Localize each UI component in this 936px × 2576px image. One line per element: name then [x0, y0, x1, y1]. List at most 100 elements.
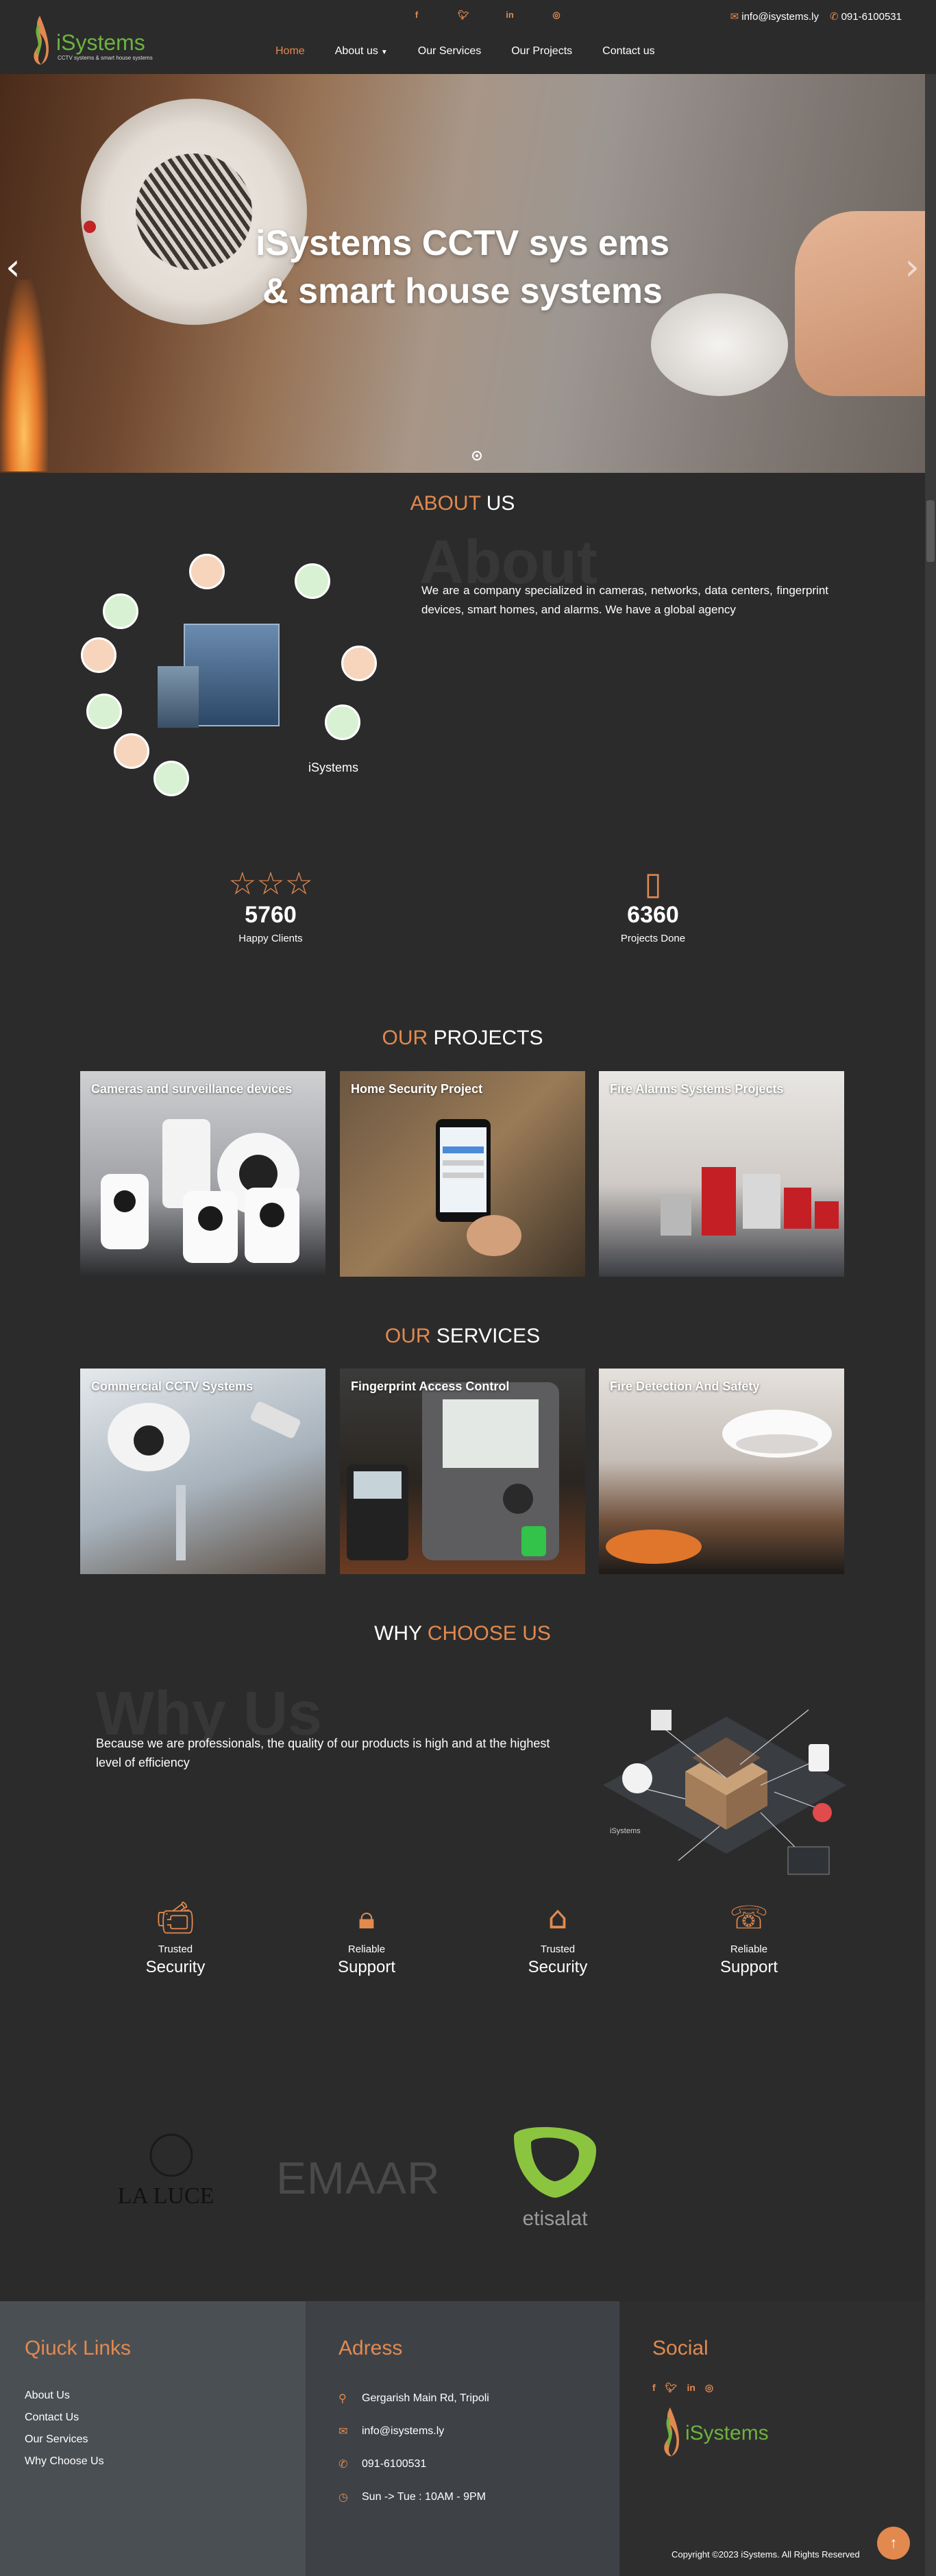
footer-address-title: Adress [338, 2337, 403, 2359]
nav-projects[interactable]: Our Projects [496, 40, 587, 63]
slider-indicator-dot[interactable] [472, 451, 482, 461]
why-text: Because we are professionals, the qualit… [96, 1737, 550, 1769]
hero-slider: iSystems CCTV sys ems & smart house syst… [0, 74, 925, 473]
top-phone[interactable]: ✆ 091-6100531 [830, 10, 902, 23]
twitter-icon[interactable]: 🐦︎ [665, 2382, 678, 2394]
slider-next-button[interactable]: › [904, 249, 920, 286]
smoke-detector-illustration [606, 1410, 832, 1564]
services-title: OUR SERVICES [384, 1325, 541, 1347]
nav-about[interactable]: About us ▼ [320, 40, 403, 63]
svg-text:etisalat: etisalat [522, 2207, 588, 2230]
email-icon: ✉ [730, 11, 739, 23]
cctv-camera-icon: 📹︎ [155, 1899, 196, 1936]
laluce-emblem-icon: LA LUCE [118, 2133, 214, 2209]
feature-reliable-support-2: ☏ Reliable Support [680, 1897, 817, 1977]
project-card-fire-alarms[interactable]: Fire Alarms Systems Projects [599, 1071, 844, 1277]
email-icon: ✉ [338, 2426, 348, 2438]
diagram-node-icon [341, 646, 377, 681]
footer-address-list: ⚲ Gergarish Main Rd, Tripoli ✉ info@isyste… [338, 2382, 489, 2514]
iso-brand: iSystems [610, 1827, 641, 1835]
back-to-top-button[interactable]: ↑ [877, 2527, 910, 2560]
feature-reliable-support-1: 🔒︎ Reliable Support [298, 1897, 435, 1977]
cameras-illustration [101, 1119, 299, 1263]
page-scrollbar[interactable] [925, 0, 936, 2576]
diagram-node-icon [153, 761, 189, 796]
logo-text: iSystems [56, 30, 145, 55]
footer-link-contact[interactable]: Contact Us [25, 2407, 104, 2429]
project-card-cameras[interactable]: Cameras and surveillance devices [80, 1071, 325, 1277]
phone-app-illustration [436, 1119, 521, 1256]
nav-contact[interactable]: Contact us [587, 40, 669, 63]
partner-logo-laluce: LA LUCE [111, 2131, 221, 2220]
stat-happy-clients: ☆☆☆ 5760 Happy Clients [202, 865, 339, 944]
top-contact: ✉ info@isystems.ly ✆ 091-6100531 [730, 10, 902, 23]
svg-text:LA LUCE: LA LUCE [118, 2183, 214, 2209]
project-card-home-security[interactable]: Home Security Project [340, 1071, 585, 1277]
phone-icon: ✆ [830, 11, 839, 23]
stat-projects-done: ▯ 6360 Projects Done [584, 865, 722, 944]
footer-links-title: Qiuck Links [25, 2337, 132, 2359]
instagram-icon[interactable]: ◎ [551, 10, 562, 21]
about-text: We are a company specialized in cameras,… [421, 584, 828, 616]
scrollbar-thumb[interactable] [926, 500, 935, 562]
cctv-dome-illustration [108, 1401, 301, 1560]
partner-logo-emaar: EMAAR [276, 2152, 441, 2203]
site-header: iSystems CCTV systems & smart house syst… [0, 0, 936, 74]
twitter-icon[interactable]: 🐦︎ [458, 10, 469, 21]
linkedin-icon[interactable]: in [687, 2382, 695, 2394]
footer-link-services[interactable]: Our Services [25, 2429, 104, 2451]
footer-social-links: f 🐦︎ in ◎ [652, 2382, 713, 2394]
footer-social-title: Social [652, 2337, 709, 2359]
main-nav: Home About us ▼ Our Services Our Projects… [260, 40, 670, 63]
why-title: WHY CHOOSE US [374, 1622, 551, 1645]
footer-link-why[interactable]: Why Choose Us [25, 2451, 104, 2473]
footer-logo-flame-icon: iSystems [664, 2407, 769, 2457]
facebook-icon[interactable]: f [652, 2382, 656, 2394]
logo-tagline: CCTV systems & smart house systems [58, 55, 153, 61]
etisalat-emblem-icon: etisalat [514, 2126, 596, 2230]
service-card-fingerprint[interactable]: Fingerprint Access Control [340, 1369, 585, 1574]
footer-quick-links: Qiuck Links About Us Contact Us Our Serv… [0, 2301, 306, 2576]
users-stars-icon: ☆☆☆ [228, 866, 313, 901]
address-location: ⚲ Gergarish Main Rd, Tripoli [338, 2392, 489, 2405]
linkedin-icon[interactable]: in [504, 10, 515, 21]
address-phone[interactable]: ✆ 091-6100531 [338, 2448, 489, 2481]
service-card-cctv[interactable]: Commercial CCTV Systems [80, 1369, 325, 1574]
service-card-fire-detection[interactable]: Fire Detection And Safety [599, 1369, 844, 1574]
phone-icon: ✆ [338, 2459, 348, 2470]
diagram-node-icon [81, 637, 116, 673]
hero-title: iSystems CCTV sys ems & smart house syst… [255, 223, 670, 311]
logo-flame-icon [34, 16, 49, 65]
nav-home[interactable]: Home [260, 40, 320, 63]
fingerprint-device-illustration [347, 1382, 559, 1560]
address-email[interactable]: ✉ info@isystems.ly [338, 2415, 489, 2448]
diagram-node-icon [325, 704, 360, 740]
door-access-icon: ▯ [644, 866, 662, 901]
projects-title: OUR PROJECTS [382, 1027, 543, 1049]
diagram-brand: iSystems [308, 761, 359, 774]
diagram-node-icon [114, 733, 149, 769]
feature-trusted-security-1: 📹︎ Trusted Security [107, 1897, 244, 1977]
footer-links-list: About Us Contact Us Our Services Why Cho… [25, 2385, 104, 2473]
top-email[interactable]: ✉ info@isystems.ly [730, 10, 819, 23]
instagram-icon[interactable]: ◎ [705, 2382, 713, 2394]
facebook-icon[interactable]: f [411, 10, 422, 21]
svg-text:iSystems: iSystems [685, 2422, 769, 2444]
diagram-node-icon [295, 563, 330, 599]
footer-link-about[interactable]: About Us [25, 2385, 104, 2407]
diagram-node-icon [189, 554, 225, 589]
arrow-up-icon: ↑ [889, 2534, 898, 2551]
diagram-building [158, 624, 280, 728]
slider-prev-button[interactable]: ‹ [5, 249, 21, 286]
nav-services[interactable]: Our Services [403, 40, 496, 63]
site-logo[interactable]: iSystems CCTV systems & smart house syst… [26, 12, 153, 67]
caret-down-icon: ▼ [380, 49, 388, 56]
smart-home-icon: ⌂ [547, 1899, 568, 1936]
smart-home-isometric: iSystems [603, 1709, 846, 1875]
diagram-node-icon [86, 694, 122, 729]
footer-address: Adress ⚲ Gergarish Main Rd, Tripoli ✉ info… [306, 2301, 619, 2576]
about-diagram: iSystems [75, 548, 384, 809]
location-icon: ⚲ [338, 2393, 347, 2405]
partner-logo-etisalat: etisalat [507, 2122, 603, 2232]
footer-logo[interactable]: iSystems [656, 2404, 793, 2473]
